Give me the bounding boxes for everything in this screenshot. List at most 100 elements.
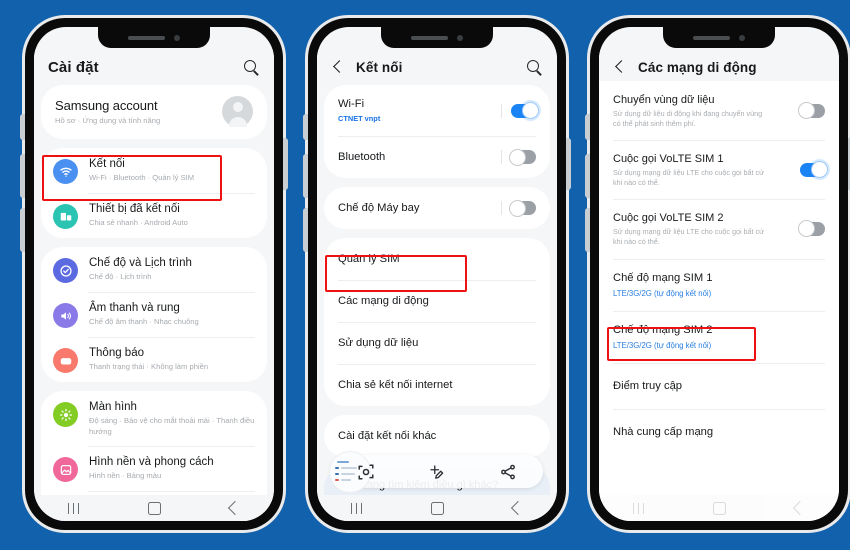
toggle-knob	[811, 161, 828, 179]
back-icon[interactable]	[792, 500, 807, 516]
list-item-volte-sim-2[interactable]: Cuộc gọi VoLTE SIM 2 Sử dụng mạng dữ liệ…	[599, 199, 839, 258]
list-item-diem-truy-cap[interactable]: Điểm truy cập	[599, 362, 839, 409]
phone-2-button-volume-up[interactable]	[303, 154, 308, 198]
list-item-nha-cung-cap-mang[interactable]: Nhà cung cấp mạng	[599, 408, 839, 455]
sidebar-item-man-hinh[interactable]: Màn hình Độ sáng · Bảo vệ cho mắt thoải …	[41, 391, 267, 446]
account-name: Samsung account	[55, 98, 158, 113]
list-item-chia-se-ket-noi-internet[interactable]: Chia sẻ kết nối internet	[324, 364, 550, 406]
toggle-divider	[501, 150, 502, 164]
phone-3-button-silent[interactable]	[585, 114, 590, 140]
list-item-airplane-mode[interactable]: Chế độ Máy bay	[324, 187, 550, 229]
settings-group-connections: Kết nối Wi-Fi · Bluetooth · Quản lý SIM …	[41, 148, 267, 238]
home-icon[interactable]	[712, 501, 726, 515]
screenshot-stage: Cài đặt Samsung account Hồ sơ · Ứng dụng…	[0, 0, 850, 550]
share-icon[interactable]	[499, 463, 517, 481]
phone-3-button-volume-up[interactable]	[585, 154, 590, 198]
search-icon[interactable]	[243, 59, 260, 76]
row-sublabel: LTE/3G/2G (tự động kết nối)	[613, 340, 712, 350]
edit-magic-icon[interactable]	[428, 463, 446, 481]
back-chevron-icon[interactable]	[331, 59, 347, 75]
phone-3-appbar: Các mạng di động	[599, 49, 839, 85]
phone-3: Các mạng di động Chuyển vùng dữ liệu Sử …	[585, 18, 850, 530]
row-sublabel: Sử dụng mạng dữ liệu LTE cho cuộc gọi bấ…	[613, 227, 764, 246]
row-label: Chế độ mạng SIM 1	[613, 271, 713, 284]
toggle-switch-off[interactable]	[798, 102, 825, 120]
row-sublabel: Sử dụng dữ liệu di động khi đang chuyển …	[613, 109, 763, 128]
bluetooth-toggle[interactable]	[501, 148, 536, 166]
row-label: Bluetooth	[338, 151, 386, 163]
toggle-switch-off[interactable]	[798, 220, 825, 238]
earpiece-speaker	[411, 35, 448, 40]
avatar[interactable]	[222, 96, 253, 127]
phone-1-button-power[interactable]	[283, 138, 288, 190]
phone-1-button-silent[interactable]	[20, 114, 25, 140]
list-item-che-do-mang-sim-1[interactable]: Chế độ mạng SIM 1 LTE/3G/2G (tự động kết…	[599, 258, 839, 311]
toggle-knob	[798, 102, 815, 120]
sidebar-item-hinh-nen-va-phong-cach[interactable]: Hình nền và phong cách Hình nền · Bảng m…	[41, 446, 267, 491]
recents-icon[interactable]	[351, 502, 363, 514]
home-icon[interactable]	[147, 501, 161, 515]
home-icon[interactable]	[430, 501, 444, 515]
list-item-volte-sim-1[interactable]: Cuộc gọi VoLTE SIM 1 Sử dụng mạng dữ liệ…	[599, 140, 839, 199]
list-item-wifi[interactable]: Wi-Fi CTNET vnpt	[324, 85, 550, 136]
toggle-switch-on[interactable]	[800, 161, 828, 179]
list-item-cai-dat-ket-noi-khac[interactable]: Cài đặt kết nối khác	[324, 415, 550, 457]
group-wifi-bluetooth: Wi-Fi CTNET vnpt Bluetooth	[324, 85, 550, 178]
row-label: Chuyển vùng dữ liệu	[613, 94, 715, 106]
toggle-switch-off[interactable]	[509, 148, 536, 166]
list-item-che-do-mang-sim-2[interactable]: Chế độ mạng SIM 2 LTE/3G/2G (tự động kết…	[599, 310, 839, 363]
recents-icon[interactable]	[68, 502, 80, 514]
recents-icon[interactable]	[633, 502, 645, 514]
phone-1-button-volume-down[interactable]	[20, 208, 25, 252]
phone-2-button-silent[interactable]	[303, 114, 308, 140]
toggle-switch-off[interactable]	[509, 199, 536, 217]
wifi-icon	[53, 159, 78, 184]
sidebar-item-ket-noi[interactable]: Kết nối Wi-Fi · Bluetooth · Quản lý SIM	[41, 148, 267, 193]
list-item-su-dung-du-lieu[interactable]: Sử dụng dữ liệu	[324, 322, 550, 364]
smart-select-icon[interactable]	[357, 463, 375, 481]
list-item-cac-mang-di-dong[interactable]: Các mạng di động	[324, 280, 550, 322]
phone-2-button-volume-down[interactable]	[303, 208, 308, 252]
row-label: Nhà cung cấp mạng	[613, 425, 714, 438]
mobile-networks-card: Chuyển vùng dữ liệu Sử dụng dữ liệu di đ…	[599, 81, 839, 455]
sidebar-item-am-thanh-va-rung[interactable]: Âm thanh và rung Chế độ âm thanh · Nhạc …	[41, 292, 267, 337]
list-item-quan-ly-sim[interactable]: Quản lý SIM	[324, 238, 550, 280]
account-subtitle: Hồ sơ · Ứng dụng và tính năng	[55, 116, 161, 125]
screenshot-toolbar[interactable]	[329, 451, 543, 493]
modes-routines-icon	[53, 258, 78, 283]
phone-3-navbar[interactable]	[599, 495, 839, 521]
group-sim-data: Quản lý SIM Các mạng di động Sử dụng dữ …	[324, 238, 550, 406]
avatar-head	[232, 102, 243, 112]
back-icon[interactable]	[227, 500, 242, 516]
phone-2-navbar[interactable]	[317, 495, 557, 521]
sidebar-item-thiet-bi-da-ket-noi[interactable]: Thiết bị đã kết nối Chia sẻ nhanh · Andr…	[41, 193, 267, 238]
phone-3-button-volume-down[interactable]	[585, 208, 590, 252]
data-roaming-toggle[interactable]	[798, 102, 825, 120]
row-label: Các mạng di động	[338, 295, 429, 307]
earpiece-speaker	[128, 35, 165, 40]
airplane-mode-toggle[interactable]	[501, 199, 536, 217]
toggle-switch-on[interactable]	[511, 102, 539, 119]
phone-1-button-volume-up[interactable]	[20, 154, 25, 198]
list-item-chuyen-vung-du-lieu[interactable]: Chuyển vùng dữ liệu Sử dụng dữ liệu di đ…	[599, 81, 839, 140]
phone-1-settings-list[interactable]: Samsung account Hồ sơ · Ứng dụng và tính…	[34, 85, 274, 521]
phone-3-mobile-networks-list[interactable]: Chuyển vùng dữ liệu Sử dụng dữ liệu di đ…	[599, 81, 839, 521]
earpiece-speaker	[693, 35, 730, 40]
volte-sim2-toggle[interactable]	[798, 220, 825, 238]
list-item-bluetooth[interactable]: Bluetooth	[324, 136, 550, 178]
sidebar-item-che-do-va-lich-trinh[interactable]: Chế độ và Lịch trình Chế độ · Lịch trình	[41, 247, 267, 292]
sidebar-item-thong-bao[interactable]: Thông báo Thanh trạng thái · Không làm p…	[41, 337, 267, 382]
row-subtitle: Độ sáng · Bảo vệ cho mắt thoải mái · Tha…	[89, 416, 255, 436]
row-title: Kết nối	[89, 158, 125, 170]
phone-1-navbar[interactable]	[34, 495, 274, 521]
wifi-toggle[interactable]	[501, 102, 539, 119]
row-subtitle: Thanh trạng thái · Không làm phiền	[89, 362, 209, 371]
search-icon[interactable]	[526, 59, 543, 76]
back-icon[interactable]	[510, 500, 525, 516]
phone-2-button-power[interactable]	[566, 138, 571, 190]
back-chevron-icon[interactable]	[613, 59, 629, 75]
samsung-account-card[interactable]: Samsung account Hồ sơ · Ứng dụng và tính…	[41, 85, 267, 139]
volte-sim1-toggle[interactable]	[800, 161, 828, 179]
row-subtitle: Wi-Fi · Bluetooth · Quản lý SIM	[89, 173, 195, 182]
samsung-account-row[interactable]: Samsung account Hồ sơ · Ứng dụng và tính…	[41, 85, 267, 139]
